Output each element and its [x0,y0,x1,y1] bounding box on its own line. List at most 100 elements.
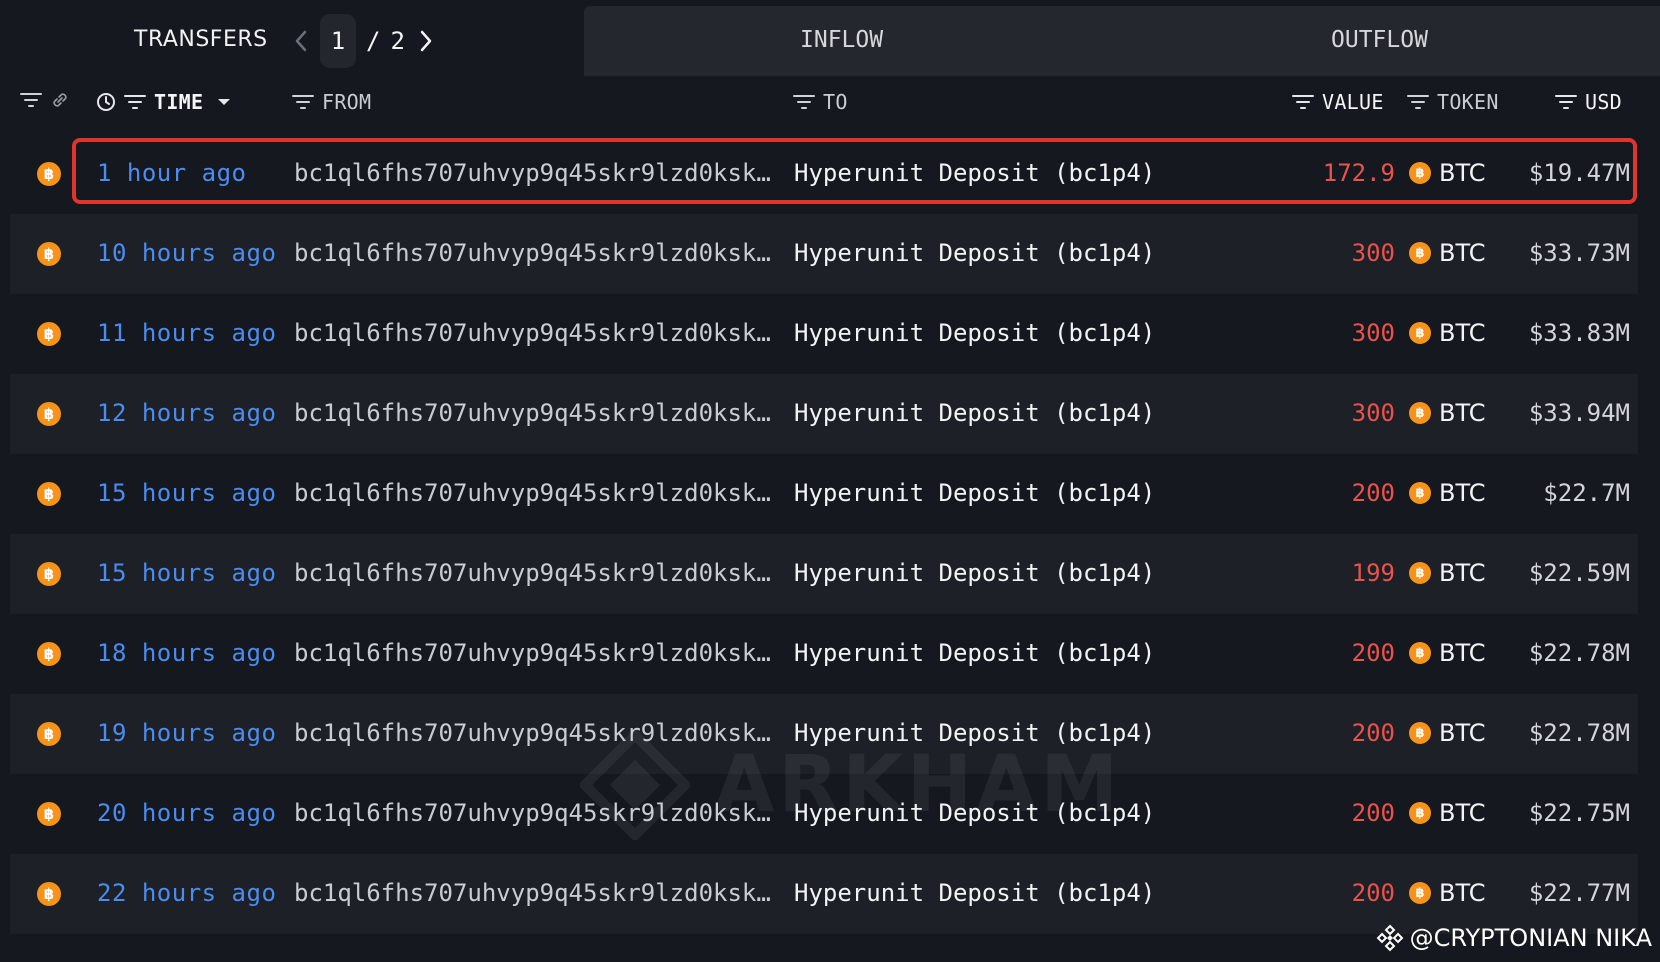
tab-bar: TRANSFERS 1 / 2 INFLOW OUTFLOW [0,6,1660,76]
row-time-link[interactable]: 10 hours ago [97,239,276,267]
btc-coin-icon: ฿ [37,162,61,186]
row-time-link[interactable]: 22 hours ago [97,879,276,907]
row-value: 200 [1351,879,1395,907]
column-header-from[interactable]: FROM [292,90,371,114]
row-token[interactable]: ฿ BTC [1409,719,1485,747]
row-value: 200 [1351,479,1395,507]
row-value: 200 [1351,799,1395,827]
row-to-entity[interactable]: Hyperunit Deposit (bc1p4) [794,879,1155,907]
row-token[interactable]: ฿ BTC [1409,239,1485,267]
row-time-link[interactable]: 15 hours ago [97,559,276,587]
column-header-token[interactable]: TOKEN [1407,90,1499,114]
chevron-right-icon[interactable] [415,21,437,61]
row-time-link[interactable]: 19 hours ago [97,719,276,747]
total-pages: 2 [390,27,405,55]
row-token[interactable]: ฿ BTC [1409,639,1485,667]
row-to-entity[interactable]: Hyperunit Deposit (bc1p4) [794,319,1155,347]
filter-icon[interactable] [1292,94,1314,110]
column-title-usd: USD [1585,90,1623,114]
row-value: 200 [1351,639,1395,667]
column-header-time[interactable]: TIME [96,90,231,114]
row-time-link[interactable]: 1 hour ago [97,159,247,187]
row-from-address[interactable]: bc1ql6fhs707uhvyp9q45skr9lzd0ksk… [294,319,774,347]
tab-outflow[interactable]: OUTFLOW [1331,27,1428,53]
row-time-link[interactable]: 11 hours ago [97,319,276,347]
column-title-value: VALUE [1322,90,1384,114]
row-to-entity[interactable]: Hyperunit Deposit (bc1p4) [794,239,1155,267]
row-token-symbol: BTC [1439,319,1486,347]
btc-coin-icon: ฿ [37,242,61,266]
row-token-symbol: BTC [1439,559,1486,587]
row-token-symbol: BTC [1439,399,1486,427]
filter-icon[interactable] [793,94,815,110]
row-from-address[interactable]: bc1ql6fhs707uhvyp9q45skr9lzd0ksk… [294,559,774,587]
btc-coin-icon: ฿ [37,322,61,346]
row-time-link[interactable]: 15 hours ago [97,479,276,507]
table-row[interactable]: ฿ 22 hours ago bc1ql6fhs707uhvyp9q45skr9… [10,854,1638,934]
btc-coin-icon: ฿ [37,642,61,666]
column-header-usd[interactable]: USD [1555,90,1622,114]
row-to-entity[interactable]: Hyperunit Deposit (bc1p4) [794,399,1155,427]
row-usd: $22.77M [1528,879,1630,907]
row-from-address[interactable]: bc1ql6fhs707uhvyp9q45skr9lzd0ksk… [294,719,774,747]
row-from-address[interactable]: bc1ql6fhs707uhvyp9q45skr9lzd0ksk… [294,639,774,667]
row-token[interactable]: ฿ BTC [1409,479,1485,507]
row-to-entity[interactable]: Hyperunit Deposit (bc1p4) [794,719,1155,747]
row-to-entity[interactable]: Hyperunit Deposit (bc1p4) [794,159,1155,187]
row-to-entity[interactable]: Hyperunit Deposit (bc1p4) [794,799,1155,827]
row-from-address[interactable]: bc1ql6fhs707uhvyp9q45skr9lzd0ksk… [294,159,774,187]
column-header-value[interactable]: VALUE [1292,90,1384,114]
table-row[interactable]: ฿ 15 hours ago bc1ql6fhs707uhvyp9q45skr9… [10,534,1638,614]
tab-inflow[interactable]: INFLOW [800,27,883,53]
row-to-entity[interactable]: Hyperunit Deposit (bc1p4) [794,639,1155,667]
row-from-address[interactable]: bc1ql6fhs707uhvyp9q45skr9lzd0ksk… [294,399,774,427]
table-row[interactable]: ฿ 12 hours ago bc1ql6fhs707uhvyp9q45skr9… [10,374,1638,454]
table-row[interactable]: ฿ 18 hours ago bc1ql6fhs707uhvyp9q45skr9… [10,614,1638,694]
row-token[interactable]: ฿ BTC [1409,319,1485,347]
link-icon[interactable] [50,90,70,110]
row-from-address[interactable]: bc1ql6fhs707uhvyp9q45skr9lzd0ksk… [294,239,774,267]
table-row[interactable]: ฿ 19 hours ago bc1ql6fhs707uhvyp9q45skr9… [10,694,1638,774]
row-time-link[interactable]: 20 hours ago [97,799,276,827]
filter-icon[interactable] [1407,94,1429,110]
filter-icon[interactable] [292,94,314,110]
row-token[interactable]: ฿ BTC [1409,159,1485,187]
row-to-entity[interactable]: Hyperunit Deposit (bc1p4) [794,479,1155,507]
btc-coin-icon: ฿ [37,562,61,586]
table-row[interactable]: ฿ 10 hours ago bc1ql6fhs707uhvyp9q45skr9… [10,214,1638,294]
row-token[interactable]: ฿ BTC [1409,559,1485,587]
table-row[interactable]: ฿ 20 hours ago bc1ql6fhs707uhvyp9q45skr9… [10,774,1638,854]
btc-coin-icon: ฿ [1409,642,1431,664]
row-token[interactable]: ฿ BTC [1409,879,1485,907]
filter-icon[interactable] [20,92,42,108]
column-title-token: TOKEN [1437,90,1499,114]
row-time-link[interactable]: 12 hours ago [97,399,276,427]
btc-coin-icon: ฿ [1409,722,1431,744]
row-token[interactable]: ฿ BTC [1409,799,1485,827]
row-token-symbol: BTC [1439,799,1486,827]
row-to-entity[interactable]: Hyperunit Deposit (bc1p4) [794,559,1155,587]
table-row[interactable]: ฿ 1 hour ago bc1ql6fhs707uhvyp9q45skr9lz… [10,134,1638,214]
row-token[interactable]: ฿ BTC [1409,399,1485,427]
table-row[interactable]: ฿ 11 hours ago bc1ql6fhs707uhvyp9q45skr9… [10,294,1638,374]
row-from-address[interactable]: bc1ql6fhs707uhvyp9q45skr9lzd0ksk… [294,799,774,827]
btc-coin-icon: ฿ [37,882,61,906]
chevron-left-icon[interactable] [290,21,312,61]
table-row[interactable]: ฿ 15 hours ago bc1ql6fhs707uhvyp9q45skr9… [10,454,1638,534]
pagination: 1 / 2 [290,14,437,68]
row-usd: $33.73M [1528,239,1630,267]
row-from-address[interactable]: bc1ql6fhs707uhvyp9q45skr9lzd0ksk… [294,479,774,507]
row-token-symbol: BTC [1439,479,1486,507]
row-token-symbol: BTC [1439,239,1486,267]
row-time-link[interactable]: 18 hours ago [97,639,276,667]
column-title-from: FROM [322,90,372,114]
row-token-symbol: BTC [1439,159,1486,187]
table-header: TIME FROM TO VALUE TOKEN USD [0,80,1660,128]
column-header-to[interactable]: TO [793,90,848,114]
filter-icon[interactable] [1555,94,1577,110]
caret-down-icon[interactable] [217,97,231,107]
tab-transfers[interactable]: TRANSFERS 1 / 2 [0,6,584,76]
current-page[interactable]: 1 [320,14,356,68]
row-from-address[interactable]: bc1ql6fhs707uhvyp9q45skr9lzd0ksk… [294,879,774,907]
filter-icon[interactable] [124,94,146,110]
